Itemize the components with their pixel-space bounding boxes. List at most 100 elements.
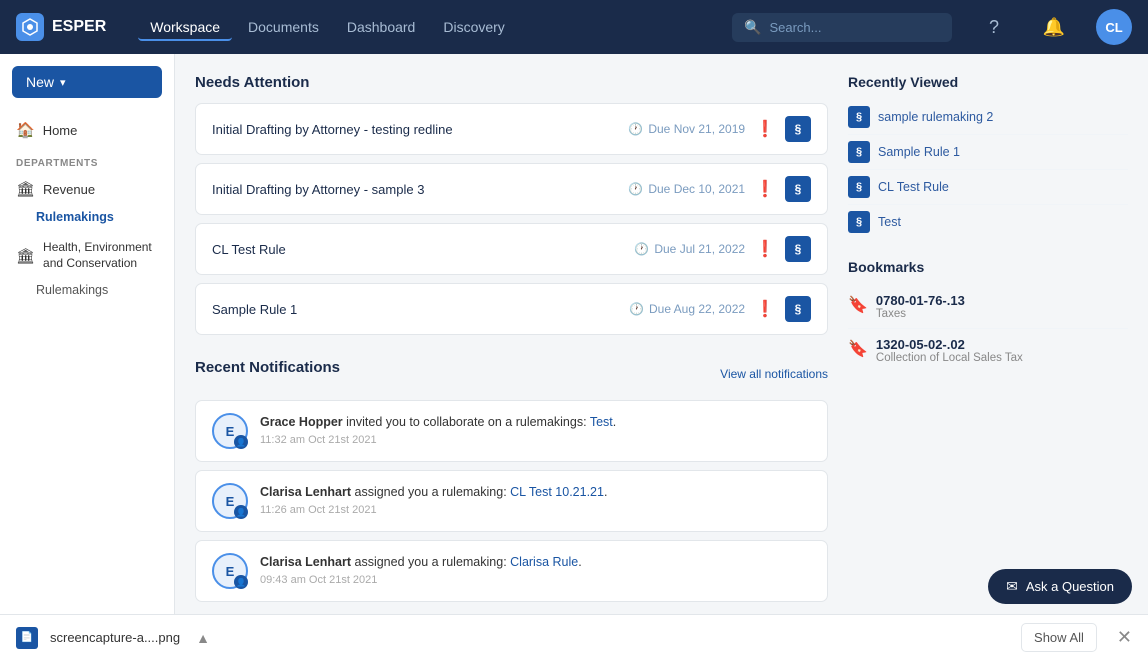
bookmark-content-0: 0780-01-76-.13 Taxes [876, 293, 965, 320]
recently-item-0[interactable]: § sample rulemaking 2 [848, 100, 1128, 135]
bookmark-desc-1: Collection of Local Sales Tax [876, 352, 1023, 364]
nav-links: Workspace Documents Dashboard Discovery [138, 13, 517, 41]
notif-sender-2: Clarisa Lenhart [260, 555, 351, 569]
help-button[interactable]: ? [976, 9, 1012, 45]
bookmarks-section: Bookmarks 🔖 0780-01-76-.13 Taxes 🔖 1320-… [848, 259, 1128, 372]
bottom-bar: 📄 screencapture-a....png ▲ Show All ✕ [0, 614, 1148, 660]
notif-body-0: Grace Hopper invited you to collaborate … [260, 413, 811, 446]
notif-time-0: 11:32 am Oct 21st 2021 [260, 434, 811, 446]
notif-body-2: Clarisa Lenhart assigned you a rulemakin… [260, 553, 811, 586]
right-column: Recently Viewed § sample rulemaking 2 § … [848, 74, 1128, 640]
chevron-down-icon: ▾ [60, 76, 66, 89]
recently-icon-1: § [848, 141, 870, 163]
sidebar-item-home[interactable]: 🏠 Home [0, 114, 174, 146]
sidebar-dept-health[interactable]: 🏛 Health, Environment and Conservation [0, 233, 174, 278]
bookmark-icon-1: 🔖 [848, 339, 868, 359]
notif-avatar-0: E 👤 [212, 413, 248, 449]
building2-icon: 🏛 [16, 247, 35, 265]
view-all-notifications-link[interactable]: View all notifications [720, 367, 828, 381]
nav-workspace[interactable]: Workspace [138, 13, 232, 41]
top-navigation: ESPER Workspace Documents Dashboard Disc… [0, 0, 1148, 54]
notifications-header: Recent Notifications View all notificati… [195, 359, 828, 388]
recently-item-2-label: CL Test Rule [878, 180, 949, 194]
bookmark-code-1: 1320-05-02-.02 [876, 337, 1023, 352]
recently-viewed-section: Recently Viewed § sample rulemaking 2 § … [848, 74, 1128, 239]
notif-link-2: Clarisa Rule [510, 555, 578, 569]
bottom-chevron-icon[interactable]: ▲ [196, 630, 210, 646]
notif-sender-1: Clarisa Lenhart [260, 485, 351, 499]
search-icon: 🔍 [744, 19, 761, 36]
alert-icon-0: ❗ [755, 119, 775, 139]
nav-documents[interactable]: Documents [236, 13, 331, 41]
show-all-button[interactable]: Show All [1021, 623, 1097, 652]
notification-item-0[interactable]: E 👤 Grace Hopper invited you to collabor… [195, 400, 828, 462]
sidebar-sub-health-rulemakings[interactable]: Rulemakings [0, 278, 174, 302]
attention-item-3-title: Sample Rule 1 [212, 302, 619, 317]
logo[interactable]: ESPER [16, 13, 106, 41]
recently-icon-3: § [848, 211, 870, 233]
notif-body-1: Clarisa Lenhart assigned you a rulemakin… [260, 483, 811, 516]
notif-link-0: Test [590, 415, 613, 429]
search-bar: 🔍 [732, 13, 952, 42]
section-icon-3: § [785, 296, 811, 322]
recently-item-3-label: Test [878, 215, 901, 229]
notif-text-1: Clarisa Lenhart assigned you a rulemakin… [260, 483, 811, 502]
clock-icon-0: 🕐 [628, 122, 643, 136]
recently-item-2[interactable]: § CL Test Rule [848, 170, 1128, 205]
sidebar: New ▾ 🏠 Home DEPARTMENTS 🏛 Revenue Rulem… [0, 54, 175, 660]
sidebar-dept-revenue[interactable]: 🏛 Revenue [0, 173, 174, 205]
attention-item-3[interactable]: Sample Rule 1 🕐 Due Aug 22, 2022 ❗ § [195, 283, 828, 335]
bookmark-code-0: 0780-01-76-.13 [876, 293, 965, 308]
alert-icon-2: ❗ [755, 239, 775, 259]
notif-link-1: CL Test 10.21.21 [510, 485, 604, 499]
bookmark-item-1[interactable]: 🔖 1320-05-02-.02 Collection of Local Sal… [848, 329, 1128, 372]
recently-item-3[interactable]: § Test [848, 205, 1128, 239]
alert-icon-1: ❗ [755, 179, 775, 199]
nav-dashboard[interactable]: Dashboard [335, 13, 428, 41]
attention-item-2-title: CL Test Rule [212, 242, 624, 257]
notifications-title: Recent Notifications [195, 359, 340, 376]
main-layout: New ▾ 🏠 Home DEPARTMENTS 🏛 Revenue Rulem… [0, 0, 1148, 660]
bookmark-content-1: 1320-05-02-.02 Collection of Local Sales… [876, 337, 1023, 364]
departments-label: DEPARTMENTS [0, 146, 174, 173]
section-icon-0: § [785, 116, 811, 142]
notifications-button[interactable]: 🔔 [1036, 9, 1072, 45]
clock-icon-1: 🕐 [628, 182, 643, 196]
attention-item-1-due: 🕐 Due Dec 10, 2021 [628, 182, 745, 196]
notification-item-1[interactable]: E 👤 Clarisa Lenhart assigned you a rulem… [195, 470, 828, 532]
ask-question-button[interactable]: ✉ Ask a Question [988, 569, 1132, 604]
notif-time-1: 11:26 am Oct 21st 2021 [260, 504, 811, 516]
user-avatar[interactable]: CL [1096, 9, 1132, 45]
bookmark-icon-0: 🔖 [848, 295, 868, 315]
search-input[interactable] [769, 20, 940, 35]
attention-item-0[interactable]: Initial Drafting by Attorney - testing r… [195, 103, 828, 155]
email-icon: ✉ [1006, 578, 1018, 595]
close-icon[interactable]: ✕ [1117, 627, 1132, 648]
bookmark-item-0[interactable]: 🔖 0780-01-76-.13 Taxes [848, 285, 1128, 329]
recently-item-1-label: Sample Rule 1 [878, 145, 960, 159]
nav-discovery[interactable]: Discovery [431, 13, 516, 41]
notif-time-2: 09:43 am Oct 21st 2021 [260, 574, 811, 586]
notif-sender-0: Grace Hopper [260, 415, 343, 429]
bookmarks-title: Bookmarks [848, 259, 1128, 275]
section-icon-1: § [785, 176, 811, 202]
new-button[interactable]: New ▾ [12, 66, 162, 98]
notif-avatar-badge-2: 👤 [234, 575, 248, 589]
clock-icon-3: 🕐 [629, 302, 644, 316]
home-icon: 🏠 [16, 121, 35, 139]
bookmark-desc-0: Taxes [876, 308, 965, 320]
recently-item-1[interactable]: § Sample Rule 1 [848, 135, 1128, 170]
recently-icon-0: § [848, 106, 870, 128]
alert-icon-3: ❗ [755, 299, 775, 319]
attention-item-1[interactable]: Initial Drafting by Attorney - sample 3 … [195, 163, 828, 215]
sidebar-sub-revenue-rulemakings[interactable]: Rulemakings [0, 205, 174, 229]
attention-item-2[interactable]: CL Test Rule 🕐 Due Jul 21, 2022 ❗ § [195, 223, 828, 275]
recently-item-0-label: sample rulemaking 2 [878, 110, 993, 124]
attention-item-0-due: 🕐 Due Nov 21, 2019 [628, 122, 745, 136]
notif-avatar-badge-1: 👤 [234, 505, 248, 519]
notif-text-0: Grace Hopper invited you to collaborate … [260, 413, 811, 432]
building-icon: 🏛 [16, 180, 35, 198]
file-icon: 📄 [16, 627, 38, 649]
needs-attention-title: Needs Attention [195, 74, 828, 91]
notification-item-2[interactable]: E 👤 Clarisa Lenhart assigned you a rulem… [195, 540, 828, 602]
